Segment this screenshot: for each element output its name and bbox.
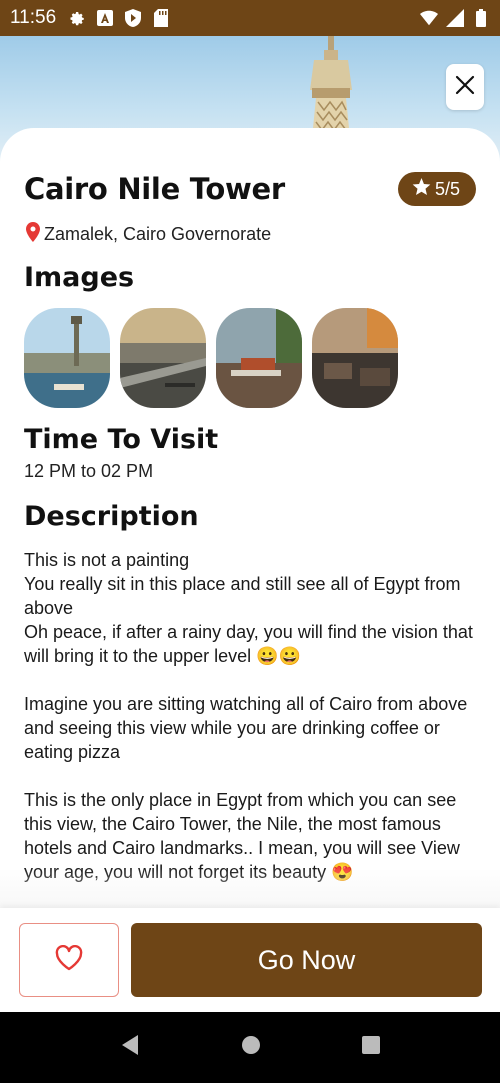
description-paragraph: Imagine you are sitting watching all of … — [24, 694, 468, 762]
location-row: Zamalek, Cairo Governorate — [26, 222, 271, 247]
location-text: Zamalek, Cairo Governorate — [44, 224, 272, 244]
favorite-button[interactable] — [19, 923, 119, 997]
details-sheet: Cairo Nile Tower 5/5 Zamalek, Cairo Gove… — [0, 128, 500, 918]
location-pin-icon — [26, 222, 40, 247]
image-thumbnail[interactable] — [120, 308, 206, 408]
image-thumbnail[interactable] — [24, 308, 110, 408]
title-row: Cairo Nile Tower 5/5 — [24, 172, 476, 206]
images-row — [24, 308, 398, 408]
battery-icon — [472, 9, 490, 27]
wifi-icon — [420, 9, 438, 27]
status-icons-left — [68, 9, 170, 27]
sd-card-icon — [152, 9, 170, 27]
status-bar: 11:56 — [0, 0, 500, 36]
system-nav-bar — [0, 1012, 500, 1083]
place-title: Cairo Nile Tower — [24, 172, 285, 206]
settings-icon — [68, 9, 86, 27]
recents-icon[interactable] — [361, 1036, 380, 1059]
go-now-button[interactable]: Go Now — [131, 923, 482, 997]
back-icon[interactable] — [120, 1034, 140, 1061]
a-letter-icon — [96, 9, 114, 27]
shield-icon — [124, 9, 142, 27]
status-time: 11:56 — [10, 7, 57, 28]
description-body: This is not a painting You really sit in… — [24, 548, 480, 908]
time-to-visit-heading: Time To Visit — [24, 424, 219, 455]
images-heading: Images — [24, 262, 135, 293]
close-icon — [455, 75, 475, 100]
image-thumbnail[interactable] — [216, 308, 302, 408]
description-paragraph: This is not a painting You really sit in… — [24, 550, 473, 666]
rating-value: 5/5 — [434, 178, 460, 199]
signal-icon — [446, 9, 464, 27]
image-thumbnail[interactable] — [312, 308, 398, 408]
home-icon[interactable] — [241, 1035, 261, 1060]
description-heading: Description — [24, 501, 199, 532]
star-icon — [412, 177, 431, 201]
status-icons-right — [420, 9, 490, 27]
close-button[interactable] — [446, 64, 484, 110]
bottom-action-bar: Go Now — [0, 908, 500, 1012]
heart-outline-icon — [55, 944, 83, 976]
rating-badge: 5/5 — [397, 172, 476, 206]
visit-hours: 12 PM to 02 PM — [24, 461, 154, 481]
